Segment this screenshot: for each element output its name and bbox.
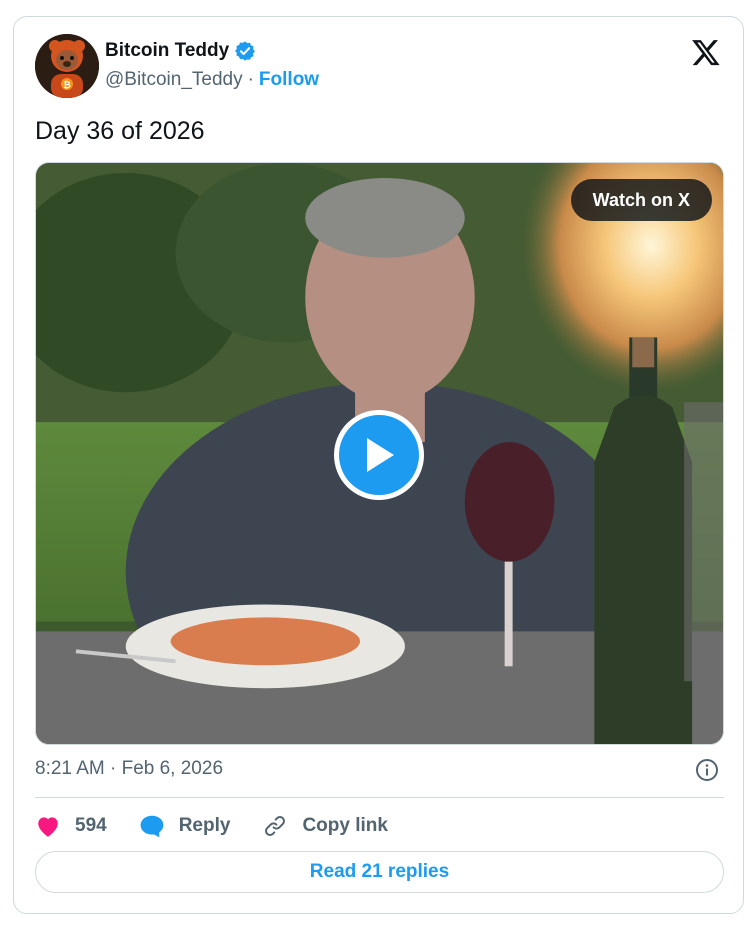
play-icon <box>367 438 394 472</box>
link-icon <box>265 816 286 836</box>
video-media[interactable]: Watch on X <box>35 162 724 745</box>
display-name[interactable]: Bitcoin Teddy <box>105 40 229 62</box>
reply-label: Reply <box>178 815 231 836</box>
speech-bubble-icon <box>140 815 164 838</box>
avatar[interactable]: ₿ <box>35 34 99 98</box>
verified-badge-icon <box>234 40 256 62</box>
like-count: 594 <box>75 815 107 836</box>
reply-button[interactable]: Reply <box>139 814 231 838</box>
copy-link-button[interactable]: Copy link <box>262 814 388 838</box>
tweet-timestamp[interactable]: 8:21 AM · Feb 6, 2026 <box>35 758 223 780</box>
follow-button[interactable]: Follow <box>259 69 319 91</box>
copy-link-label: Copy link <box>302 815 388 836</box>
divider <box>35 797 724 798</box>
author-handle[interactable]: @Bitcoin_Teddy <box>105 69 243 91</box>
handle-row: @Bitcoin_Teddy · Follow <box>105 69 319 91</box>
author-name-row: Bitcoin Teddy <box>105 40 256 62</box>
tweet-text: Day 36 of 2026 <box>35 117 205 145</box>
watch-on-x-button[interactable]: Watch on X <box>570 179 712 221</box>
heart-icon <box>38 817 58 837</box>
separator-dot: · <box>247 69 254 90</box>
like-button[interactable]: 594 <box>35 814 107 838</box>
read-replies-button[interactable]: Read 21 replies <box>35 851 724 893</box>
play-button[interactable] <box>334 410 424 500</box>
tweet-embed-card: ₿ Bitcoin Teddy @Bitcoin_Teddy · Follow … <box>13 16 744 914</box>
svg-text:₿: ₿ <box>63 80 70 91</box>
action-bar: 594 Reply Copy link <box>35 811 420 841</box>
info-icon[interactable] <box>695 758 719 782</box>
x-logo-icon[interactable] <box>691 37 721 67</box>
